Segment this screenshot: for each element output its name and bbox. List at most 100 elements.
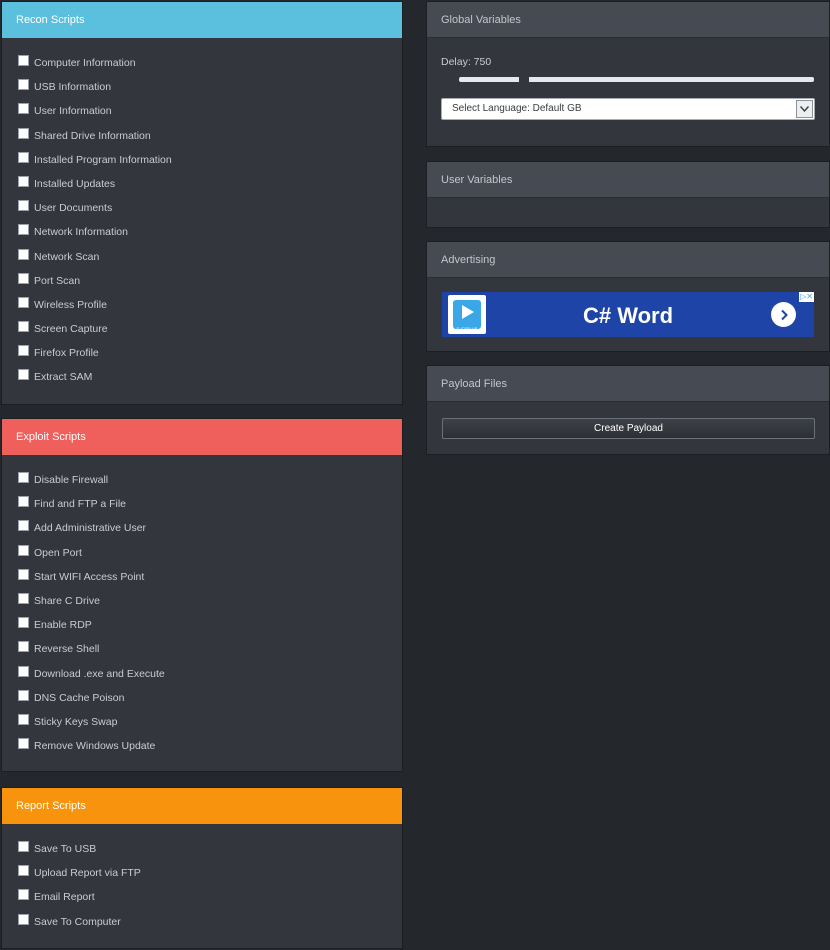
recon-script-checkbox[interactable] — [18, 321, 29, 333]
exploit-script-item[interactable]: Find and FTP a File — [18, 495, 402, 519]
recon-script-item[interactable]: Extract SAM — [18, 368, 402, 392]
recon-script-label[interactable]: Wireless Profile — [34, 299, 107, 311]
report-script-checkbox[interactable] — [18, 865, 29, 877]
recon-script-checkbox[interactable] — [18, 224, 29, 236]
create-payload-button[interactable]: Create Payload — [442, 418, 815, 439]
exploit-script-item[interactable]: Disable Firewall — [18, 471, 402, 495]
exploit-script-label[interactable]: DNS Cache Poison — [34, 692, 124, 704]
exploit-script-item[interactable]: Download .exe and Execute — [18, 665, 402, 689]
recon-script-checkbox[interactable] — [18, 127, 29, 139]
exploit-script-label[interactable]: Add Administrative User — [34, 522, 146, 534]
report-script-checkbox[interactable] — [18, 889, 29, 901]
delay-slider[interactable] — [459, 74, 814, 85]
exploit-script-checkbox[interactable] — [18, 713, 29, 725]
exploit-script-item[interactable]: Add Administrative User — [18, 519, 402, 543]
recon-script-label[interactable]: User Documents — [34, 202, 112, 214]
recon-script-label[interactable]: User Information — [34, 105, 112, 117]
recon-script-item[interactable]: Screen Capture — [18, 320, 402, 344]
language-select[interactable]: Select Language: Default GB — [441, 98, 815, 120]
recon-script-checkbox[interactable] — [18, 248, 29, 260]
report-scripts-header: Report Scripts — [2, 788, 402, 824]
recon-script-checkbox[interactable] — [18, 79, 29, 91]
chevron-down-icon[interactable] — [796, 100, 813, 118]
report-script-label[interactable]: Save To Computer — [34, 916, 121, 928]
exploit-script-item[interactable]: Start WIFI Access Point — [18, 568, 402, 592]
exploit-script-item[interactable]: Share C Drive — [18, 592, 402, 616]
ad-choices-icon[interactable]: ▷✕ — [799, 292, 814, 302]
exploit-script-label[interactable]: Share C Drive — [34, 595, 100, 607]
exploit-script-label[interactable]: Enable RDP — [34, 619, 92, 631]
recon-script-item[interactable]: Port Scan — [18, 272, 402, 296]
recon-script-label[interactable]: Extract SAM — [34, 371, 92, 383]
recon-script-item[interactable]: Installed Updates — [18, 175, 402, 199]
recon-script-checkbox[interactable] — [18, 296, 29, 308]
exploit-script-checkbox[interactable] — [18, 520, 29, 532]
exploit-script-checkbox[interactable] — [18, 472, 29, 483]
report-script-item[interactable]: Save To Computer — [18, 913, 402, 937]
recon-script-checkbox[interactable] — [18, 175, 29, 187]
exploit-script-label[interactable]: Start WIFI Access Point — [34, 571, 144, 583]
report-script-checkbox[interactable] — [18, 841, 29, 852]
recon-script-label[interactable]: Network Scan — [34, 251, 99, 263]
exploit-script-label[interactable]: Sticky Keys Swap — [34, 716, 117, 728]
report-script-checkbox[interactable] — [18, 913, 29, 925]
exploit-script-checkbox[interactable] — [18, 496, 29, 508]
ad-banner[interactable]: E-ICEBLUE C# Word ▷✕ — [442, 292, 814, 337]
exploit-script-checkbox[interactable] — [18, 738, 29, 750]
recon-script-label[interactable]: Computer Information — [34, 57, 136, 69]
recon-script-item[interactable]: USB Information — [18, 78, 402, 102]
exploit-script-label[interactable]: Reverse Shell — [34, 643, 99, 655]
recon-script-item[interactable]: User Documents — [18, 199, 402, 223]
exploit-script-item[interactable]: Remove Windows Update — [18, 737, 402, 761]
recon-script-label[interactable]: Network Information — [34, 226, 128, 238]
recon-script-item[interactable]: User Information — [18, 102, 402, 126]
exploit-script-checkbox[interactable] — [18, 689, 29, 701]
recon-script-checkbox[interactable] — [18, 345, 29, 357]
recon-script-item[interactable]: Shared Drive Information — [18, 127, 402, 151]
exploit-script-label[interactable]: Open Port — [34, 547, 82, 559]
recon-script-label[interactable]: Screen Capture — [34, 323, 108, 335]
recon-script-checkbox[interactable] — [18, 200, 29, 212]
exploit-script-item[interactable]: Open Port — [18, 544, 402, 568]
report-script-label[interactable]: Save To USB — [34, 843, 96, 855]
exploit-script-checkbox[interactable] — [18, 568, 29, 580]
report-script-label[interactable]: Email Report — [34, 891, 95, 903]
recon-script-checkbox[interactable] — [18, 369, 29, 381]
exploit-script-label[interactable]: Disable Firewall — [34, 474, 108, 486]
recon-script-label[interactable]: Shared Drive Information — [34, 130, 151, 142]
recon-script-item[interactable]: Network Scan — [18, 248, 402, 272]
report-script-item[interactable]: Upload Report via FTP — [18, 864, 402, 888]
exploit-script-label[interactable]: Download .exe and Execute — [34, 668, 165, 680]
report-script-item[interactable]: Email Report — [18, 888, 402, 912]
exploit-script-item[interactable]: Enable RDP — [18, 616, 402, 640]
exploit-scripts-panel: Exploit Scripts Disable Firewall Find and… — [1, 418, 403, 772]
recon-script-checkbox[interactable] — [18, 151, 29, 163]
recon-script-label[interactable]: Installed Program Information — [34, 154, 172, 166]
recon-script-item[interactable]: Network Information — [18, 223, 402, 247]
exploit-script-checkbox[interactable] — [18, 592, 29, 604]
recon-script-checkbox[interactable] — [18, 272, 29, 284]
delay-slider-thumb[interactable] — [519, 74, 530, 85]
recon-script-item[interactable]: Installed Program Information — [18, 151, 402, 175]
recon-script-label[interactable]: Installed Updates — [34, 178, 115, 190]
recon-script-label[interactable]: Port Scan — [34, 275, 80, 287]
recon-script-checkbox[interactable] — [18, 55, 29, 66]
exploit-script-item[interactable]: DNS Cache Poison — [18, 689, 402, 713]
recon-script-checkbox[interactable] — [18, 103, 29, 115]
exploit-script-checkbox[interactable] — [18, 544, 29, 556]
chevron-right-icon[interactable] — [771, 302, 796, 327]
recon-script-item[interactable]: Wireless Profile — [18, 296, 402, 320]
report-script-item[interactable]: Save To USB — [18, 840, 402, 864]
report-script-label[interactable]: Upload Report via FTP — [34, 867, 141, 879]
exploit-script-checkbox[interactable] — [18, 617, 29, 629]
recon-script-label[interactable]: Firefox Profile — [34, 347, 99, 359]
exploit-script-item[interactable]: Sticky Keys Swap — [18, 713, 402, 737]
exploit-script-checkbox[interactable] — [18, 665, 29, 677]
recon-script-item[interactable]: Firefox Profile — [18, 344, 402, 368]
exploit-script-checkbox[interactable] — [18, 641, 29, 653]
recon-script-item[interactable]: Computer Information — [18, 54, 402, 78]
exploit-script-label[interactable]: Find and FTP a File — [34, 498, 126, 510]
recon-script-label[interactable]: USB Information — [34, 81, 111, 93]
exploit-script-item[interactable]: Reverse Shell — [18, 640, 402, 664]
exploit-script-label[interactable]: Remove Windows Update — [34, 740, 155, 752]
